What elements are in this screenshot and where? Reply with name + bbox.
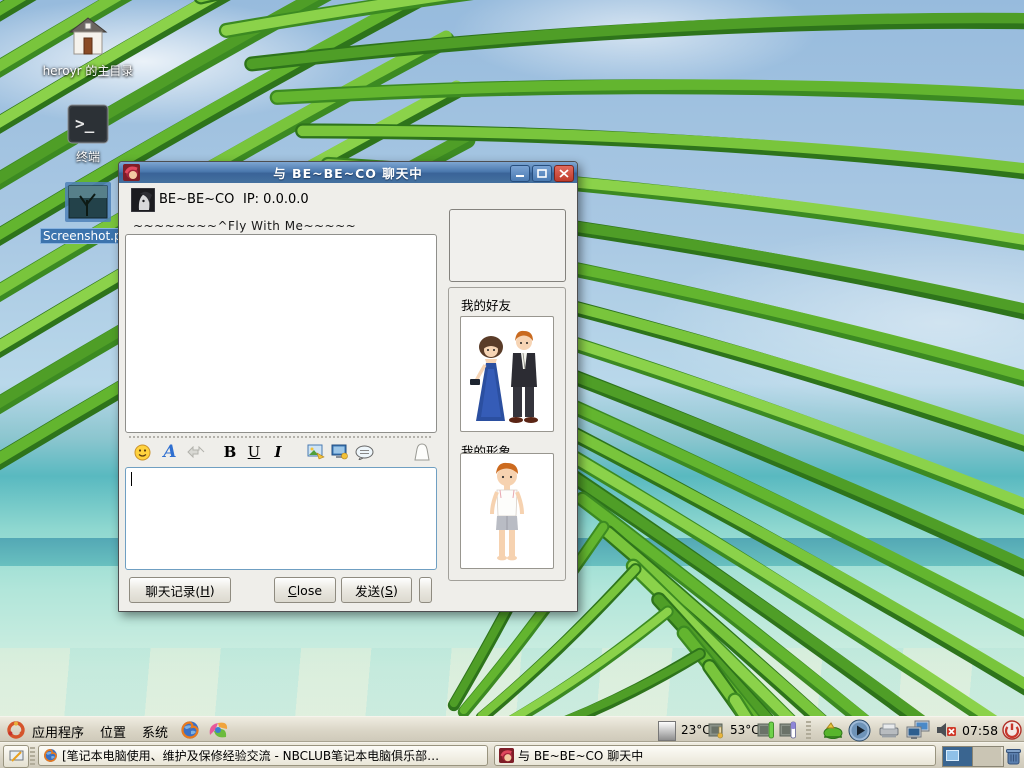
show-desktop-icon	[9, 750, 24, 764]
taskbar-item-chat[interactable]: 与 BE~BE~CO 聊天中	[494, 745, 936, 766]
taskbar-item-browser[interactable]: [笔记本电脑使用、维护及保修经验交流 - NBCLUB笔记本电脑俱乐部…	[38, 745, 488, 766]
close-chat-button[interactable]: Close	[274, 577, 336, 603]
screen-capture-icon[interactable]	[329, 441, 351, 463]
workspace-2[interactable]	[972, 747, 1001, 766]
desktop-icon-label: Screenshot.p	[40, 228, 124, 244]
gpu-temp-value: 53°C	[730, 723, 760, 737]
panel-handle[interactable]	[30, 747, 35, 765]
quick-reply-icon[interactable]	[353, 441, 375, 463]
bold-button[interactable]: B	[219, 441, 241, 463]
chat-task-icon	[499, 748, 514, 763]
workspace-1[interactable]	[943, 747, 972, 766]
message-input[interactable]	[125, 467, 437, 570]
show-panel: 我的好友	[448, 287, 566, 581]
italic-button[interactable]: I	[267, 441, 289, 463]
desktop-icon-home[interactable]: heroyr 的主目录	[40, 16, 136, 78]
svg-text:>_: >_	[75, 114, 95, 133]
home-icon	[68, 16, 108, 58]
buddy-signature: ~~~~~~~~^Fly With Me~~~~~	[133, 219, 356, 233]
chat-window-body: BE~BE~CO IP: 0.0.0.0 ~~~~~~~~^Fly With M…	[119, 183, 577, 611]
menu-applications[interactable]: 应用程序	[32, 722, 84, 741]
task-title: [笔记本电脑使用、维护及保修经验交流 - NBCLUB笔记本电脑俱乐部…	[62, 747, 439, 764]
chat-window-titlebar[interactable]: 与 BE~BE~CO 聊天中	[119, 162, 577, 183]
distro-menu-icon[interactable]	[7, 721, 25, 739]
print-queue-applet-icon[interactable]	[878, 723, 900, 738]
text-caret	[131, 472, 132, 486]
logout-power-icon[interactable]	[1002, 720, 1022, 740]
tray-handle[interactable]	[806, 721, 811, 739]
desktop-icon-terminal[interactable]: >_ 终端	[40, 104, 136, 164]
network-monitor-applet-icon[interactable]	[906, 720, 932, 740]
maximize-button[interactable]	[532, 165, 552, 182]
window-title: 与 BE~BE~CO 聊天中	[119, 163, 577, 182]
send-button[interactable]: 发送(S)	[341, 577, 412, 603]
friends-show-image	[460, 316, 554, 432]
sensor-bar-purple-icon	[779, 721, 797, 739]
input-method-applet-icon[interactable]	[822, 722, 844, 739]
chat-history-area[interactable]	[125, 234, 437, 433]
clock-applet[interactable]: 07:58	[962, 723, 998, 738]
emoticon-icon[interactable]	[131, 441, 153, 463]
volume-muted-icon[interactable]	[936, 721, 958, 739]
couple-image	[461, 317, 553, 431]
workspace-switcher	[942, 746, 1004, 767]
gnome-task-panel: [笔记本电脑使用、维护及保修经验交流 - NBCLUB笔记本电脑俱乐部… 与 B…	[0, 742, 1024, 768]
font-color-icon[interactable]: A	[159, 441, 181, 463]
menu-system[interactable]: 系统	[142, 722, 168, 741]
chat-history-button[interactable]: 聊天记录(H)	[129, 577, 231, 603]
task-title: 与 BE~BE~CO 聊天中	[518, 747, 643, 764]
my-show-image	[460, 453, 554, 569]
underline-button[interactable]: U	[243, 441, 265, 463]
workspace-window-thumb	[946, 750, 959, 761]
gnome-menu-panel: 应用程序 位置 系统 23°C 53°C	[0, 716, 1024, 742]
avatar-image	[461, 454, 553, 568]
video-preview-box	[449, 209, 566, 282]
firefox-task-icon	[43, 748, 58, 763]
sensor-bar-green-icon	[757, 721, 775, 739]
cpu-temp-sensor-icon	[708, 721, 726, 739]
minimize-button[interactable]	[510, 165, 530, 182]
desktop-icon-label: heroyr 的主目录	[40, 64, 136, 78]
toolbar-separator	[129, 436, 431, 438]
friends-label: 我的好友	[461, 295, 511, 314]
link-icon[interactable]	[185, 441, 207, 463]
show-desktop-button[interactable]	[3, 745, 29, 768]
firefox-launcher-icon[interactable]	[180, 720, 200, 740]
trash-applet-icon[interactable]	[1005, 747, 1022, 765]
send-options-button[interactable]	[419, 577, 432, 603]
desktop: heroyr 的主目录 >_ 终端 Screenshot.p 与 BE~BE~	[0, 0, 1024, 768]
send-image-icon[interactable]	[305, 441, 327, 463]
chat-window: 与 BE~BE~CO 聊天中 BE~BE~CO	[118, 161, 578, 612]
nudge-icon[interactable]	[411, 441, 433, 463]
buddy-avatar[interactable]	[131, 188, 155, 212]
media-player-applet-icon[interactable]	[848, 719, 871, 742]
screenshot-thumbnail-icon	[65, 182, 111, 222]
buddy-ip: IP: 0.0.0.0	[243, 192, 309, 207]
close-button[interactable]	[554, 165, 574, 182]
cpu-temp-value: 23°C	[681, 723, 711, 737]
buddy-name: BE~BE~CO	[159, 192, 234, 207]
messenger-launcher-icon[interactable]	[206, 719, 230, 741]
terminal-icon: >_	[67, 104, 109, 144]
applet-gradient-square	[658, 721, 676, 741]
menu-places[interactable]: 位置	[100, 722, 126, 741]
